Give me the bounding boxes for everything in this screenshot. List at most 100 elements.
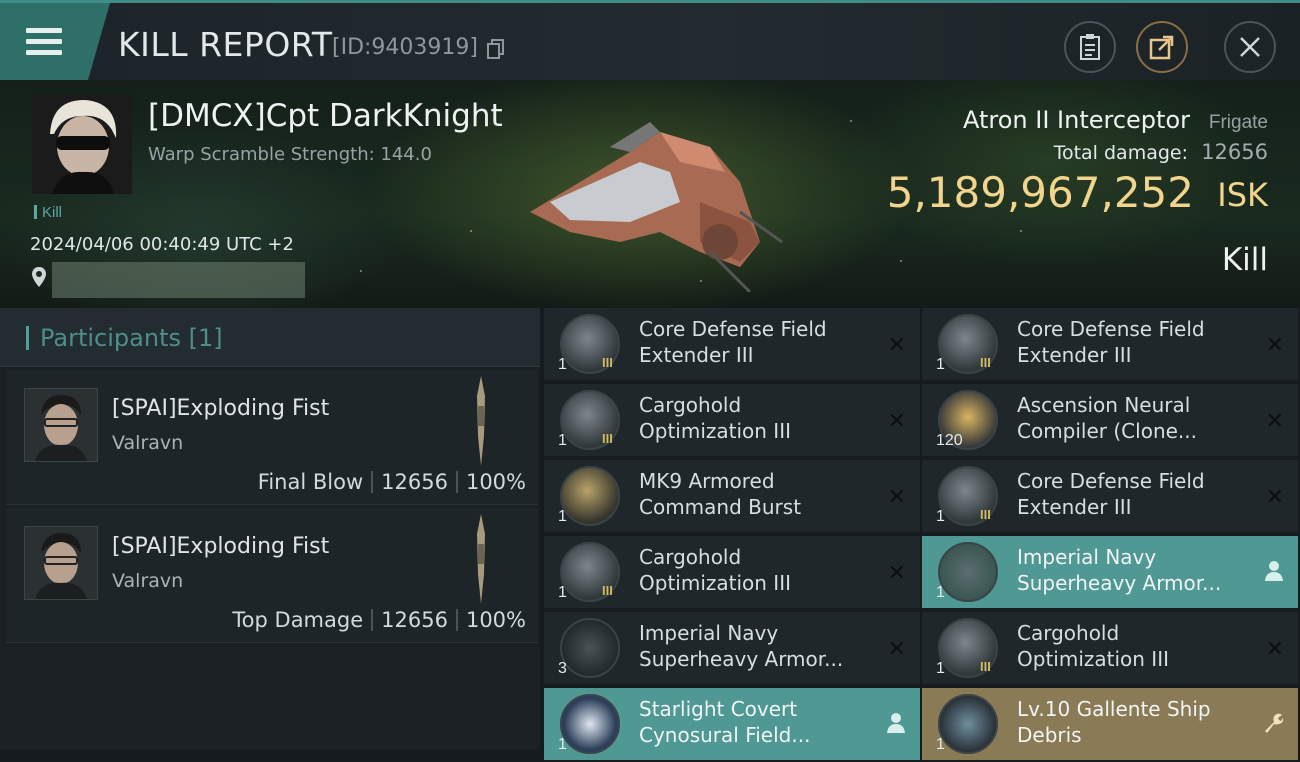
- close-icon: [1240, 37, 1260, 57]
- ship-debris-icon: [938, 694, 998, 754]
- participant-avatar[interactable]: [24, 388, 98, 462]
- menu-icon-line: [26, 28, 62, 33]
- item-name: MK9 Armored Command Burst: [639, 469, 802, 519]
- victim-portrait[interactable]: [32, 94, 132, 194]
- victim-ship-class: Frigate: [1208, 112, 1268, 133]
- participant-role: Final Blow: [257, 470, 364, 494]
- clipboard-button[interactable]: [1064, 21, 1116, 73]
- item-name: Cargohold Optimization III: [1017, 621, 1169, 671]
- total-damage-value: 12656: [1201, 140, 1268, 164]
- item-slot[interactable]: 1 III Core Defense Field Extender III ✕: [922, 460, 1298, 534]
- close-button[interactable]: [1224, 21, 1276, 73]
- participant-row[interactable]: [SPAI]Exploding Fist Valravn Final Blow 1…: [6, 370, 538, 505]
- pilot-portrait-icon: [25, 389, 97, 461]
- item-name: Imperial Navy Superheavy Armor...: [639, 621, 844, 671]
- title-bar: KILL REPORT [ID:9403919]: [0, 0, 1300, 80]
- outcome-label: Kill: [1221, 242, 1268, 278]
- menu-button[interactable]: [0, 3, 110, 80]
- item-slot-salvage[interactable]: 1 Lv.10 Gallente Ship Debris: [922, 688, 1298, 762]
- participant-ship: Valravn: [112, 432, 184, 454]
- item-quantity: 1: [558, 584, 567, 601]
- item-quantity: 1: [936, 584, 945, 601]
- participants-title: Participants [1]: [40, 324, 223, 352]
- pilot-portrait-icon: [32, 94, 132, 194]
- destroyed-x-icon: ✕: [1265, 408, 1284, 433]
- item-quantity: 1: [558, 432, 567, 449]
- item-quantity: 1: [936, 356, 945, 373]
- item-slot[interactable]: 1 III Core Defense Field Extender III ✕: [544, 308, 920, 382]
- item-slot[interactable]: 1 MK9 Armored Command Burst ✕: [544, 460, 920, 534]
- victim-pilot-name[interactable]: [DMCX]Cpt DarkKnight: [148, 98, 503, 134]
- item-quantity: 1: [558, 508, 567, 525]
- item-slot[interactable]: 1 III Core Defense Field Extender III ✕: [922, 308, 1298, 382]
- divider: [455, 471, 458, 493]
- star: [850, 120, 852, 122]
- item-name: Core Defense Field Extender III: [1017, 317, 1205, 367]
- item-tier: III: [602, 431, 613, 446]
- participant-row[interactable]: [SPAI]Exploding Fist Valravn Top Damage 1…: [6, 508, 538, 643]
- destroyed-x-icon: ✕: [1265, 636, 1284, 661]
- participant-damage: 12656: [381, 608, 448, 632]
- item-slot[interactable]: 3 Imperial Navy Superheavy Armor... ✕: [544, 612, 920, 686]
- victim-ship-name[interactable]: Atron II Interceptor: [963, 106, 1190, 134]
- participant-percent: 100%: [465, 608, 526, 632]
- destroyed-x-icon: ✕: [887, 332, 906, 357]
- item-quantity: 1: [936, 660, 945, 677]
- participant-damage: 12656: [381, 470, 448, 494]
- pilot-portrait-icon: [25, 527, 97, 599]
- victim-banner: [DMCX]Cpt DarkKnight Warp Scramble Stren…: [0, 80, 1300, 308]
- item-quantity: 1: [558, 356, 567, 373]
- location-pin-icon: [32, 267, 46, 287]
- participant-name[interactable]: [SPAI]Exploding Fist: [112, 534, 329, 559]
- item-tier: III: [980, 355, 991, 370]
- ship-image: [530, 122, 783, 292]
- participant-ship-icon: [477, 514, 485, 604]
- item-tier: III: [980, 507, 991, 522]
- item-slot-dropped[interactable]: 1 Imperial Navy Superheavy Armor...: [922, 536, 1298, 610]
- item-name: Ascension Neural Compiler (Clone...: [1017, 393, 1197, 443]
- ship-blueprint-icon: [560, 618, 620, 678]
- star: [900, 260, 902, 262]
- item-slot[interactable]: 1 III Cargohold Optimization III ✕: [922, 612, 1298, 686]
- total-damage-label: Total damage:: [1053, 142, 1188, 164]
- copy-icon[interactable]: [487, 39, 505, 59]
- destroyed-x-icon: ✕: [887, 560, 906, 585]
- wrench-icon: [1265, 713, 1284, 733]
- share-button[interactable]: [1136, 21, 1188, 73]
- isk-unit: ISK: [1217, 176, 1268, 214]
- divider: [455, 609, 458, 631]
- item-slot-dropped[interactable]: 1 Starlight Covert Cynosural Field...: [544, 688, 920, 762]
- section-marker: [26, 326, 29, 350]
- command-burst-icon: [560, 466, 620, 526]
- item-quantity: 1: [936, 508, 945, 525]
- destroyed-x-icon: ✕: [1265, 484, 1284, 509]
- participants-panel: Participants [1] [SPAI]Exploding Fist Va…: [0, 308, 540, 750]
- participant-avatar[interactable]: [24, 526, 98, 600]
- participant-ship: Valravn: [112, 570, 184, 592]
- participants-header[interactable]: Participants [1]: [0, 308, 540, 367]
- participant-percent: 100%: [465, 470, 526, 494]
- participant-stats: Top Damage 12656 100%: [232, 608, 526, 632]
- page-title: KILL REPORT: [118, 25, 333, 64]
- item-slot[interactable]: 120 Ascension Neural Compiler (Clone... …: [922, 384, 1298, 458]
- person-icon: [887, 713, 905, 733]
- menu-icon-line: [26, 50, 62, 55]
- kill-tag: Kill: [34, 204, 62, 221]
- item-slot[interactable]: 1 III Cargohold Optimization III ✕: [544, 384, 920, 458]
- star: [470, 230, 472, 232]
- participant-name[interactable]: [SPAI]Exploding Fist: [112, 396, 329, 421]
- item-name: Lv.10 Gallente Ship Debris: [1017, 697, 1211, 747]
- star: [1020, 230, 1022, 232]
- participant-role: Top Damage: [232, 608, 364, 632]
- item-name: Core Defense Field Extender III: [1017, 469, 1205, 519]
- item-quantity: 120: [936, 432, 963, 449]
- destroyed-x-icon: ✕: [887, 484, 906, 509]
- item-quantity: 1: [936, 736, 945, 753]
- divider: [371, 609, 374, 631]
- location-redacted: [52, 262, 305, 298]
- cyno-module-icon: [560, 694, 620, 754]
- destroyed-x-icon: ✕: [887, 408, 906, 433]
- kill-id: [ID:9403919]: [332, 35, 478, 60]
- divider: [371, 471, 374, 493]
- item-slot[interactable]: 1 III Cargohold Optimization III ✕: [544, 536, 920, 610]
